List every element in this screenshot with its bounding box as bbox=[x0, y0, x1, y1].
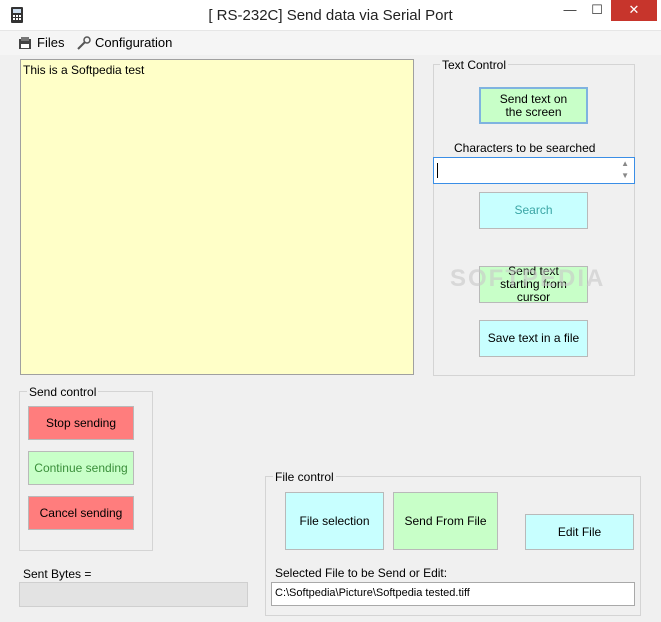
continue-sending-button[interactable]: Continue sending bbox=[28, 451, 134, 485]
scroll-up-arrow-icon[interactable]: ▲ bbox=[621, 159, 629, 168]
selected-file-path-field[interactable]: C:\Softpedia\Picture\Softpedia tested.ti… bbox=[271, 582, 635, 606]
files-icon bbox=[18, 37, 32, 50]
edit-file-button[interactable]: Edit File bbox=[525, 514, 634, 550]
send-text-on-screen-button[interactable]: Send text on the screen bbox=[479, 87, 588, 124]
text-control-legend: Text Control bbox=[440, 58, 509, 72]
menu-files[interactable]: Files bbox=[37, 34, 64, 52]
send-from-file-button[interactable]: Send From File bbox=[393, 492, 498, 550]
search-characters-input[interactable]: ▲ ▼ bbox=[433, 157, 635, 184]
scroll-down-arrow-icon[interactable]: ▼ bbox=[621, 171, 629, 180]
stop-sending-button[interactable]: Stop sending bbox=[28, 406, 134, 440]
file-selection-button[interactable]: File selection bbox=[285, 492, 384, 550]
search-button[interactable]: Search bbox=[479, 192, 588, 229]
sent-bytes-label: Sent Bytes = bbox=[23, 567, 92, 581]
close-button[interactable]: ✕ bbox=[611, 0, 657, 21]
selected-file-path: C:\Softpedia\Picture\Softpedia tested.ti… bbox=[275, 587, 470, 599]
menu-configuration[interactable]: Configuration bbox=[95, 34, 172, 52]
cancel-sending-button[interactable]: Cancel sending bbox=[28, 496, 134, 530]
configuration-icon bbox=[76, 36, 92, 51]
send-text-from-cursor-button[interactable]: Send text starting from cursor bbox=[479, 265, 588, 304]
minimize-button[interactable]: — bbox=[557, 0, 583, 21]
send-control-legend: Send control bbox=[27, 385, 99, 399]
text-cursor bbox=[437, 163, 438, 178]
main-text-area[interactable]: This is a Softpedia test bbox=[20, 59, 414, 375]
selected-file-label: Selected File to be Send or Edit: bbox=[275, 566, 448, 580]
characters-to-search-label: Characters to be searched bbox=[454, 141, 596, 155]
sent-bytes-field bbox=[19, 582, 248, 607]
maximize-button[interactable]: ☐ bbox=[584, 0, 610, 21]
save-text-in-file-button[interactable]: Save text in a file bbox=[479, 320, 588, 357]
file-control-legend: File control bbox=[273, 470, 336, 484]
